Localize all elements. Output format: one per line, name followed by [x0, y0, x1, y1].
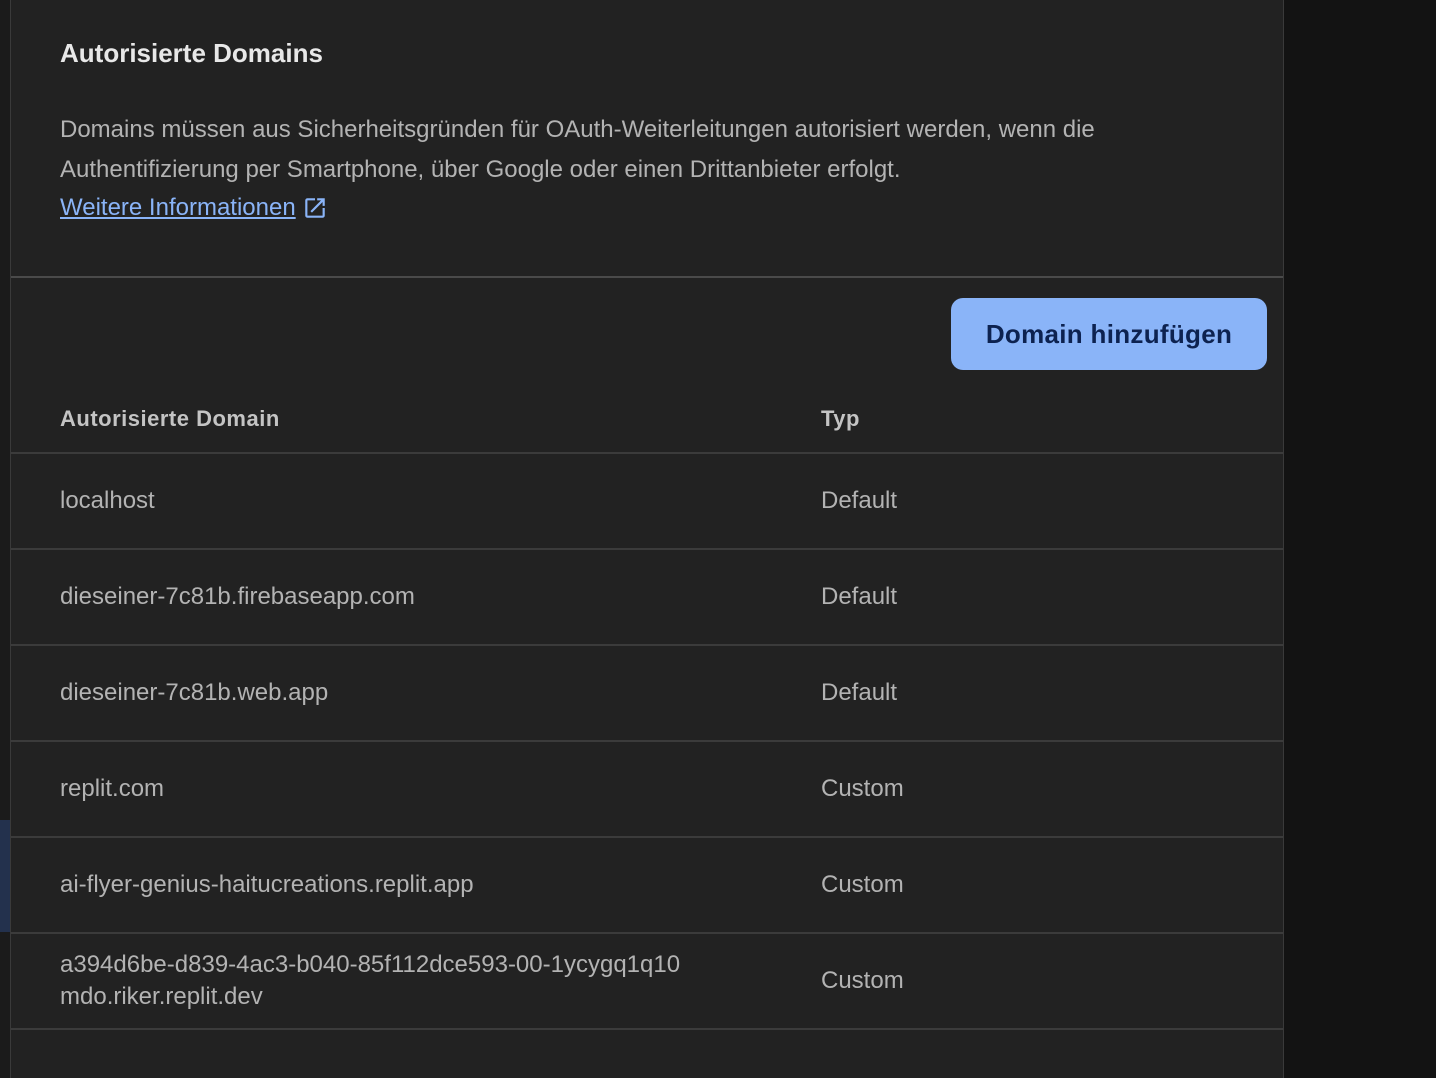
type-cell: Default — [821, 487, 898, 514]
column-header-type: Typ — [821, 406, 860, 431]
section-divider — [11, 276, 1283, 278]
add-domain-button[interactable]: Domain hinzufügen — [951, 298, 1267, 370]
learn-more-link[interactable]: Weitere Informationen — [60, 190, 328, 226]
table-row[interactable]: localhost Default — [11, 454, 1283, 550]
type-cell: Custom — [821, 967, 904, 994]
open-in-new-icon — [304, 198, 325, 218]
domain-cell: dieseiner-7c81b.firebaseapp.com — [60, 583, 415, 610]
left-selection-accent — [0, 820, 10, 932]
type-cell: Default — [821, 679, 898, 706]
domain-cell: replit.com — [60, 775, 165, 802]
table-row[interactable]: dieseiner-7c81b.firebaseapp.com Default — [11, 550, 1283, 646]
learn-more-label: Weitere Informationen — [60, 194, 296, 221]
table-row[interactable]: replit.com Custom — [11, 742, 1283, 838]
authorized-domains-card: Autorisierte Domains Domains müssen aus … — [10, 0, 1284, 1078]
table-row[interactable]: ai-flyer-genius-haitucreations.replit.ap… — [11, 838, 1283, 934]
section-description: Domains müssen aus Sicherheitsgründen fü… — [60, 116, 1095, 183]
domain-cell: localhost — [60, 487, 155, 514]
domain-cell: a394d6be-d839-4ac3-b040-85f112dce593-00-… — [60, 951, 681, 1010]
table-row[interactable]: a394d6be-d839-4ac3-b040-85f112dce593-00-… — [11, 934, 1283, 1030]
table-header: Autorisierte Domain Typ — [11, 392, 1283, 454]
domain-cell: ai-flyer-genius-haitucreations.replit.ap… — [60, 871, 474, 898]
type-cell: Custom — [821, 775, 904, 802]
type-cell: Custom — [821, 871, 904, 898]
table-row[interactable]: dieseiner-7c81b.web.app Default — [11, 646, 1283, 742]
section-title: Autorisierte Domains — [60, 38, 323, 68]
domain-cell: dieseiner-7c81b.web.app — [60, 679, 329, 706]
type-cell: Default — [821, 583, 898, 610]
right-panel-background — [1286, 0, 1436, 1078]
column-header-domain: Autorisierte Domain — [60, 406, 280, 431]
